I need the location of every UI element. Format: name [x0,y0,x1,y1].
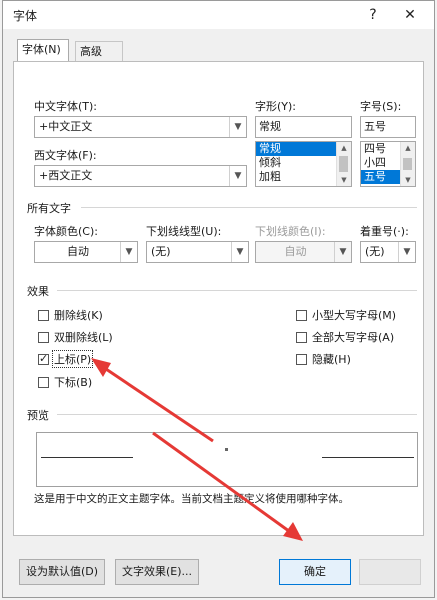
font-dialog: 字体 ? ✕ 字体(N) 高级(V) 中文字体(T): +中文正文 ▼ 西文字体… [2,0,435,598]
annotation-arrowhead [283,522,303,541]
annotation-arrowhead [91,358,111,377]
annotation-arrow-shaft [152,431,294,536]
annotation-arrows [91,358,303,541]
annotation-arrow-shaft [102,365,214,443]
